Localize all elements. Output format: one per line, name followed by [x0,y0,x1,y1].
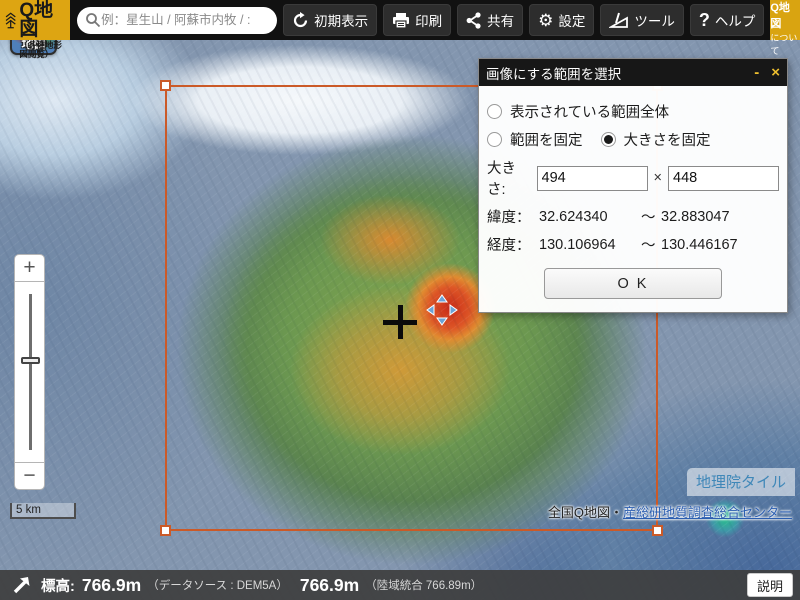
longitude-from: 130.106964 [539,237,641,253]
ok-button[interactable]: O K [544,268,722,299]
search-box[interactable] [77,7,277,34]
longitude-to: 130.446167 [661,237,738,253]
longitude-tilde: ～ [641,234,661,255]
zoom-slider-track [29,294,32,450]
map-attribution: 全国Q地図・産総研地質調査総合センター [548,502,792,521]
about-line1: 全国Q地図 [770,0,800,31]
radio-fix-size[interactable] [601,132,616,147]
map-scale-label: 5 km [12,503,74,517]
tools-label: ツール [634,10,675,30]
settings-label: 設定 [558,10,585,30]
dialog-close-icon[interactable]: × [771,65,780,80]
tools-icon [609,12,629,29]
zoom-slider-handle[interactable] [21,357,40,364]
selection-handle-bottom-right[interactable] [652,525,663,536]
radio-fix-size-label: 大きさを固定 [624,129,711,150]
tree-logo-icon [4,4,17,36]
elevation-label: 標高: [41,575,75,596]
dialog-body: 表示されている範囲全体 範囲を固定 大きさを固定 大きさ: × 緯度： 32.6… [479,86,787,312]
status-bar: 標高: 766.9m （データソース : DEM5A） 766.9m （陸域統合… [0,570,800,600]
selection-handle-top-left[interactable] [160,80,171,91]
move-arrows-icon[interactable] [426,294,458,331]
radio-fix-range-label: 範囲を固定 [510,129,583,150]
settings-button[interactable]: ⚙ 設定 [529,4,594,36]
export-range-dialog: 画像にする範囲を選択 - × 表示されている範囲全体 範囲を固定 大きさを固定 … [478,58,788,313]
size-separator: × [654,170,662,186]
search-icon [85,12,101,28]
radio-full-visible-range[interactable] [487,104,502,119]
top-toolbar: 全国Q地図 （各種地形図閲覧） 初期表示 [0,0,800,40]
about-line2: について [770,31,800,57]
refresh-icon [292,12,309,29]
gear-icon: ⚙ [538,12,553,29]
elevation-land-note: （陸域統合 766.89m） [365,577,482,593]
latitude-to: 32.883047 [661,209,730,225]
attribution-prefix: 全国Q地図・ [548,505,623,520]
elevation-source-note: （データソース : DEM5A） [147,577,288,593]
app-title: 全国Q地図 [19,0,66,39]
zoom-out-button[interactable]: − [14,462,45,490]
app-logo[interactable]: 全国Q地図 （各種地形図閲覧） [0,0,70,40]
search-input[interactable] [101,13,269,27]
app-subtitle: （各種地形図閲覧） [19,41,66,58]
zoom-slider[interactable] [14,282,45,462]
reset-view-button[interactable]: 初期表示 [283,4,377,36]
latitude-label: 緯度： [487,206,539,227]
attribution-link[interactable]: 産総研地質調査総合センター [623,505,792,520]
share-icon [466,12,482,29]
latitude-from: 32.624340 [539,209,641,225]
printer-icon [392,12,410,29]
zoom-control: + − [14,254,45,490]
print-button[interactable]: 印刷 [383,4,451,36]
help-button[interactable]: ? ヘルプ [690,4,765,36]
print-label: 印刷 [415,10,442,30]
map-center-crosshair-icon [383,305,417,339]
share-label: 共有 [487,10,514,30]
size-label: 大きさ: [487,157,533,199]
question-icon: ? [699,11,710,29]
longitude-label: 経度： [487,234,539,255]
width-input[interactable] [537,166,648,191]
latitude-tilde: ～ [641,206,661,227]
selection-handle-bottom-left[interactable] [160,525,171,536]
elevation-arrow-icon [12,576,31,595]
radio-full-visible-range-label: 表示されている範囲全体 [510,101,669,122]
elevation-value: 766.9m [82,575,141,596]
gsi-tiles-link[interactable]: 地理院タイル [687,468,795,496]
tools-button[interactable]: ツール [600,4,684,36]
share-button[interactable]: 共有 [457,4,523,36]
about-qchizu-button[interactable]: 全国Q地図 について [770,0,800,40]
dialog-title: 画像にする範囲を選択 [486,63,742,83]
app-window: 地図 + − 5 km 地理院タイル 全国Q地図・産総研地質調査総合センター [0,0,800,600]
reset-view-label: 初期表示 [314,10,368,30]
dialog-minimize-icon[interactable]: - [754,65,759,80]
zoom-in-button[interactable]: + [14,254,45,282]
elevation-value-2: 766.9m [300,575,359,596]
height-input[interactable] [668,166,779,191]
radio-fix-range[interactable] [487,132,502,147]
explain-button[interactable]: 説明 [747,573,793,597]
help-label: ヘルプ [715,10,756,30]
map-scale-bar: 5 km [10,503,76,519]
dialog-titlebar[interactable]: 画像にする範囲を選択 - × [479,59,787,86]
